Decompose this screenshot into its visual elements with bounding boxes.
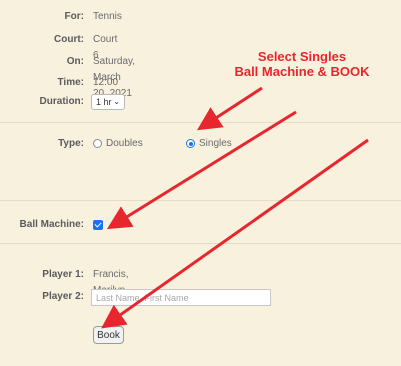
annotation-arrows	[101, 86, 369, 329]
arrow-to-singles	[196, 86, 263, 131]
arrow-to-book	[101, 138, 369, 329]
